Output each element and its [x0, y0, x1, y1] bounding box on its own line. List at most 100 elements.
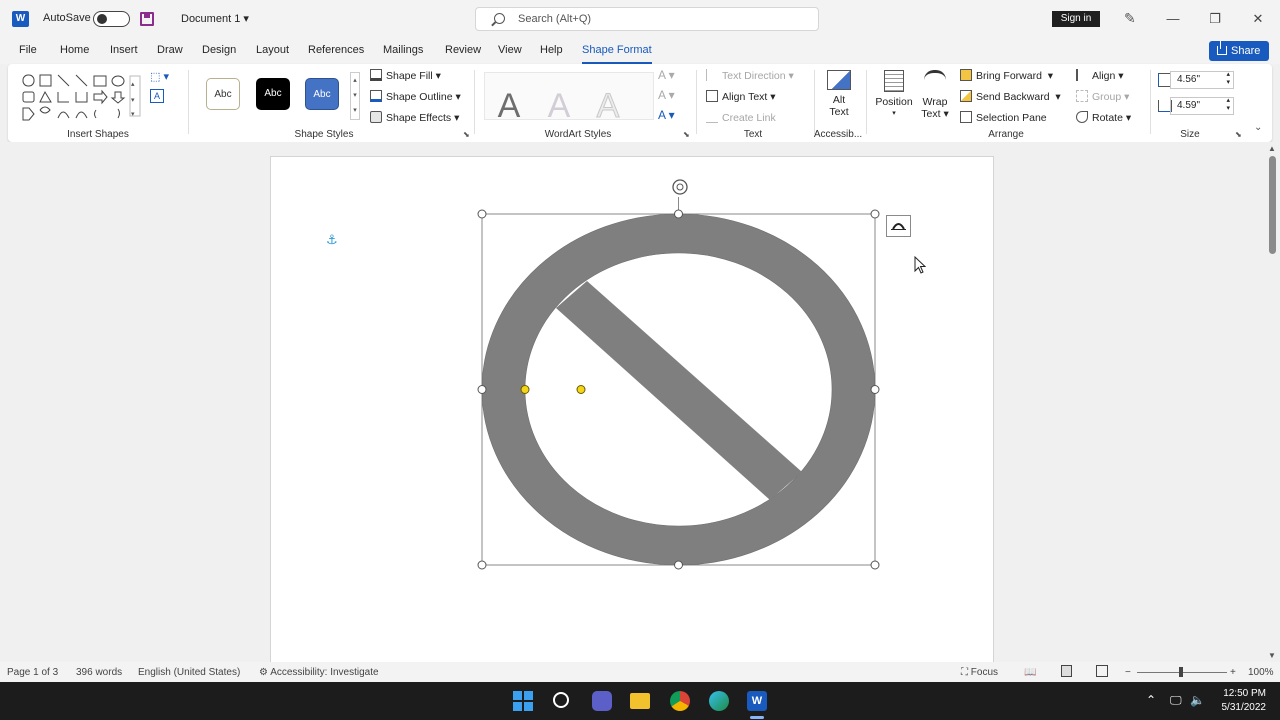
minimize-icon[interactable]: — [1158, 8, 1188, 30]
send-backward-button[interactable]: Send Backward ▾ [960, 90, 1061, 103]
shape-style-dark[interactable]: Abc [256, 78, 290, 110]
sign-in-button[interactable]: Sign in [1052, 11, 1100, 27]
tab-insert[interactable]: Insert [110, 44, 138, 56]
restore-icon[interactable]: ❐ [1200, 8, 1230, 30]
collapse-ribbon-icon[interactable]: ⌄ [1254, 122, 1262, 133]
shape-fill-button[interactable]: Shape Fill ▾ [370, 69, 441, 82]
position-button[interactable]: Position ▾ [872, 70, 916, 120]
height-input[interactable]: 4.56" ▴ ▾ [1170, 71, 1234, 89]
rotate-button[interactable]: Rotate ▾ [1076, 111, 1131, 124]
bring-forward-button[interactable]: Bring Forward ▾ [960, 69, 1053, 82]
status-language[interactable]: English (United States) [138, 667, 240, 678]
width-input[interactable]: 4.59" ▴ ▾ [1170, 97, 1234, 115]
resize-handle-top-left[interactable] [477, 209, 487, 219]
resize-handle-right[interactable] [870, 385, 880, 394]
align-text-button[interactable]: Align Text ▾ [706, 90, 776, 103]
read-mode-icon[interactable]: 📖 [1024, 667, 1036, 678]
shape-styles-launcher-icon[interactable]: ⬊ [463, 130, 470, 139]
network-icon[interactable]: 🖵 [1170, 693, 1182, 708]
search-input[interactable]: Search (Alt+Q) [475, 7, 819, 31]
tray-overflow-icon[interactable]: ⌃ [1146, 693, 1156, 707]
no-symbol-shape[interactable] [476, 176, 886, 572]
vertical-scrollbar[interactable]: ▲ ▼ [1266, 142, 1280, 662]
rotation-handle[interactable] [672, 179, 688, 195]
start-icon[interactable] [513, 691, 533, 711]
resize-handle-bottom-left[interactable] [477, 560, 487, 570]
tab-view[interactable]: View [498, 44, 522, 56]
wordart-gallery[interactable]: A A A [484, 72, 654, 126]
adjust-handle-bar[interactable] [576, 385, 586, 394]
tab-home[interactable]: Home [60, 44, 89, 56]
wordart-style-gray[interactable]: A [486, 87, 532, 126]
status-word-count[interactable]: 396 words [76, 667, 122, 678]
document-title[interactable]: Document 1 ▾ [181, 12, 249, 25]
tab-design[interactable]: Design [202, 44, 236, 56]
size-launcher-icon[interactable]: ⬊ [1235, 130, 1242, 139]
resize-handle-top-right[interactable] [870, 209, 880, 219]
status-accessibility[interactable]: ⚙ Accessibility: Investigate [259, 667, 379, 678]
shape-styles-gallery-scroll[interactable]: ▴ ▾ ▾ [350, 72, 360, 120]
resize-handle-bottom[interactable] [674, 560, 683, 570]
tab-draw[interactable]: Draw [157, 44, 183, 56]
no-symbol-bar[interactable] [556, 281, 802, 500]
zoom-level[interactable]: 100% [1248, 667, 1274, 678]
scrollbar-thumb[interactable] [1269, 156, 1276, 254]
create-link-button[interactable]: Create Link [706, 111, 776, 124]
insert-shapes-gallery[interactable]: ▴ ▾ ▾ [20, 72, 145, 122]
pen-icon[interactable]: ✎ [1124, 10, 1138, 26]
edge-icon[interactable] [709, 691, 729, 711]
shape-effects-button[interactable]: Shape Effects ▾ [370, 111, 459, 124]
edit-shape-icon[interactable]: ⬚ ▾ [150, 70, 174, 84]
tab-shape-format[interactable]: Shape Format [582, 44, 652, 64]
resize-handle-top[interactable] [674, 209, 683, 219]
text-fill-icon[interactable]: A ▾ [658, 68, 675, 82]
scroll-up-icon[interactable]: ▲ [1268, 144, 1276, 153]
focus-button[interactable]: ⛶ Focus [961, 667, 998, 678]
zoom-slider-thumb[interactable] [1179, 667, 1183, 677]
align-button[interactable]: Align ▾ [1076, 69, 1124, 82]
tab-references[interactable]: References [308, 44, 364, 56]
close-icon[interactable]: ✕ [1243, 8, 1273, 30]
layout-options-button[interactable] [886, 215, 911, 237]
word-taskbar-icon[interactable]: W [747, 691, 767, 711]
zoom-out-button[interactable]: − [1125, 667, 1131, 678]
wrap-text-button[interactable]: Wrap Text ▾ [916, 70, 954, 120]
share-button[interactable]: Share [1209, 41, 1269, 61]
tab-file[interactable]: File [19, 44, 37, 56]
file-explorer-icon[interactable] [630, 693, 650, 709]
anchor-icon[interactable]: ⚓ [326, 232, 338, 248]
alt-text-button[interactable]: Alt Text [820, 70, 858, 118]
save-icon[interactable] [140, 12, 154, 26]
status-page-count[interactable]: Page 1 of 3 [7, 667, 58, 678]
wordart-launcher-icon[interactable]: ⬊ [683, 130, 690, 139]
tab-review[interactable]: Review [445, 44, 481, 56]
system-clock[interactable]: 12:50 PM 5/31/2022 [1222, 687, 1267, 715]
scroll-down-icon[interactable]: ▼ [1268, 651, 1276, 660]
search-taskbar-icon[interactable] [553, 692, 569, 708]
chrome-icon[interactable] [670, 691, 690, 711]
text-direction-button[interactable]: Text Direction ▾ [706, 69, 794, 82]
text-box-icon[interactable]: A [150, 89, 164, 103]
text-outline-icon[interactable]: A ▾ [658, 88, 675, 102]
width-spinner-icon[interactable]: ▴ ▾ [1226, 97, 1230, 113]
tab-layout[interactable]: Layout [256, 44, 289, 56]
print-layout-icon[interactable] [1061, 665, 1072, 677]
group-button[interactable]: Group ▾ [1076, 90, 1129, 103]
shape-style-blue[interactable]: Abc [305, 78, 339, 110]
wordart-style-light[interactable]: A [536, 87, 582, 126]
volume-icon[interactable]: 🔈 [1190, 693, 1205, 707]
shape-outline-button[interactable]: Shape Outline ▾ [370, 90, 461, 103]
selection-pane-button[interactable]: Selection Pane [960, 111, 1047, 124]
web-layout-icon[interactable] [1096, 665, 1108, 677]
tab-mailings[interactable]: Mailings [383, 44, 423, 56]
shape-style-outline[interactable]: Abc [206, 78, 240, 110]
zoom-in-button[interactable]: + [1230, 667, 1236, 678]
adjust-handle-thickness[interactable] [520, 385, 530, 394]
teams-chat-icon[interactable] [592, 691, 612, 711]
wordart-style-outline[interactable]: A [585, 87, 631, 126]
tab-help[interactable]: Help [540, 44, 563, 56]
resize-handle-bottom-right[interactable] [870, 560, 880, 570]
text-effects-icon[interactable]: A ▾ [658, 108, 675, 122]
autosave-toggle[interactable] [93, 11, 130, 27]
resize-handle-left[interactable] [477, 385, 487, 394]
